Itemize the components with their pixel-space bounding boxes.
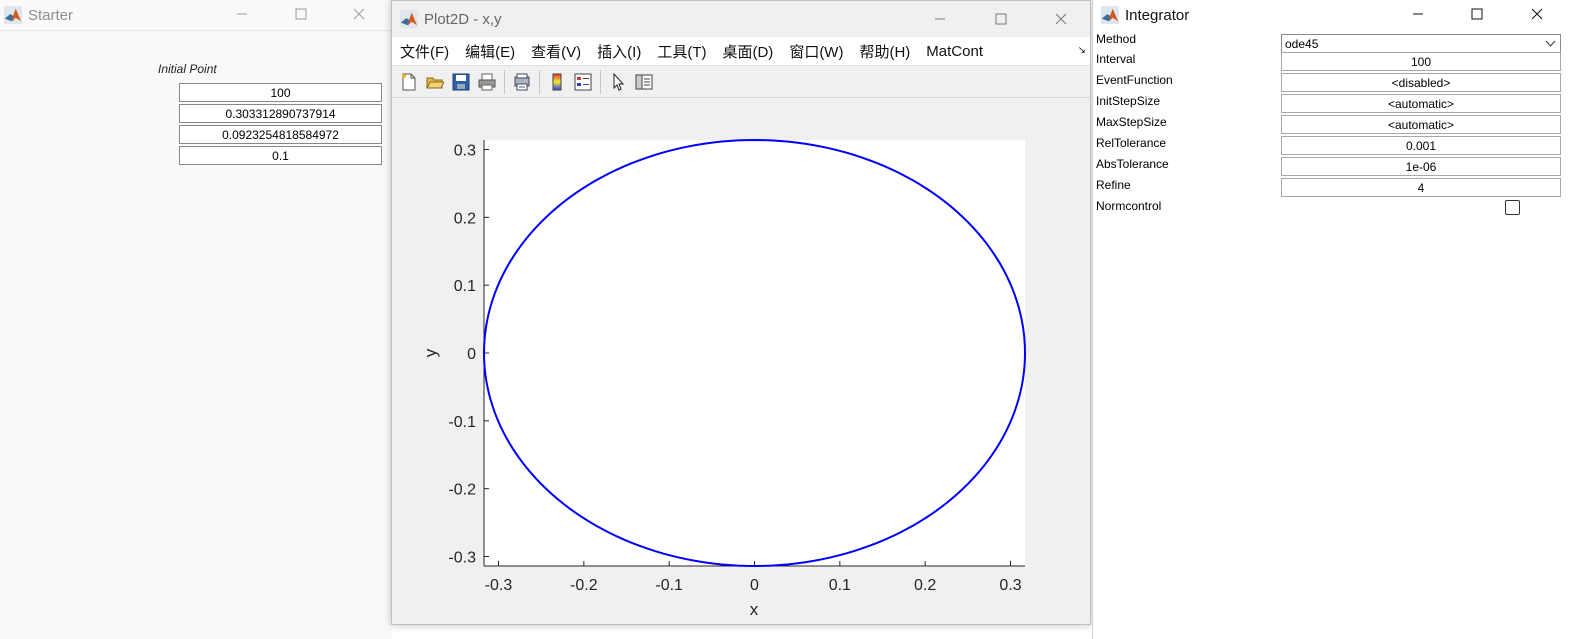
menu-insert[interactable]: 插入(I) xyxy=(589,41,649,62)
legend-icon[interactable] xyxy=(573,72,593,92)
normcontrol-label: Normcontrol xyxy=(1096,199,1162,213)
menu-view[interactable]: 查看(V) xyxy=(523,41,589,62)
toolbar-separator xyxy=(504,69,505,94)
integrator-window: Integrator Method ode45 Interval 100 Eve… xyxy=(1092,0,1570,639)
new-figure-icon[interactable] xyxy=(399,72,419,92)
menu-edit[interactable]: 编辑(E) xyxy=(457,41,523,62)
chevron-down-icon xyxy=(1545,40,1556,47)
pointer-icon[interactable] xyxy=(608,72,628,92)
method-value: ode45 xyxy=(1285,37,1319,51)
event-function-label: EventFunction xyxy=(1096,73,1173,87)
figure-toolbar xyxy=(392,65,1090,98)
close-icon xyxy=(1055,13,1067,25)
menu-bar: 文件(F) 编辑(E) 查看(V) 插入(I) 工具(T) 桌面(D) 窗口(W… xyxy=(392,37,1090,65)
normcontrol-checkbox[interactable] xyxy=(1505,200,1520,215)
x-tick-label: -0.3 xyxy=(485,577,513,594)
method-label: Method xyxy=(1096,32,1137,46)
menu-tools[interactable]: 工具(T) xyxy=(649,41,714,62)
menu-help[interactable]: 帮助(H) xyxy=(851,41,918,62)
close-button[interactable] xyxy=(1514,0,1560,28)
close-icon xyxy=(353,8,365,20)
x-tick-label: 0.3 xyxy=(999,577,1021,594)
abs-tolerance-label: AbsTolerance xyxy=(1096,157,1169,171)
maximize-button[interactable] xyxy=(278,0,324,28)
maximize-icon xyxy=(1471,8,1483,20)
y-tick-label: 0.1 xyxy=(454,278,476,295)
abs-tolerance-field[interactable]: 1e-06 xyxy=(1281,157,1561,176)
y-tick-label: 0.3 xyxy=(454,142,476,159)
initial-point-field[interactable]: 0.0923254818584972 xyxy=(179,125,382,144)
matlab-logo-icon xyxy=(400,10,418,28)
matlab-logo-icon xyxy=(1101,6,1119,24)
menu-window[interactable]: 窗口(W) xyxy=(781,41,851,62)
x-tick-label: 0.1 xyxy=(829,577,851,594)
interval-label: Interval xyxy=(1096,52,1136,66)
toolbar-separator xyxy=(600,69,601,94)
menu-matcont[interactable]: MatCont xyxy=(918,43,991,60)
maximize-icon xyxy=(995,13,1007,25)
x-tick-label: -0.1 xyxy=(655,577,683,594)
minimize-icon xyxy=(237,13,247,15)
rel-tolerance-field[interactable]: 0.001 xyxy=(1281,136,1561,155)
integrator-title: Integrator xyxy=(1125,6,1190,24)
maximize-button[interactable] xyxy=(978,5,1024,33)
close-button[interactable] xyxy=(1038,5,1084,33)
y-tick-label: -0.3 xyxy=(448,550,476,567)
max-step-size-label: MaxStepSize xyxy=(1096,115,1167,129)
y-tick-label: -0.1 xyxy=(448,414,476,431)
property-editor-icon[interactable] xyxy=(634,72,654,92)
refine-label: Refine xyxy=(1096,178,1131,192)
print-preview-icon[interactable] xyxy=(512,72,532,92)
max-step-size-field[interactable]: <automatic> xyxy=(1281,115,1561,134)
plot-area[interactable]: -0.3 -0.2 -0.1 0 0.1 0.2 0.3 0.3 0.2 0.1 0 -0.1 -0.2… xyxy=(392,99,1090,624)
menu-desktop[interactable]: 桌面(D) xyxy=(714,41,781,62)
y-tick-label: -0.2 xyxy=(448,482,476,499)
starter-title: Starter xyxy=(28,6,74,24)
maximize-icon xyxy=(295,8,307,20)
integrator-titlebar[interactable]: Integrator xyxy=(1093,0,1570,30)
starter-window: Starter Initial Point 100 0.303312890737… xyxy=(0,0,392,639)
y-tick-label: 0 xyxy=(467,346,476,363)
colorbar-icon[interactable] xyxy=(547,72,567,92)
minimize-button[interactable] xyxy=(219,0,265,28)
x-tick-label: -0.2 xyxy=(570,577,598,594)
plot2d-title: Plot2D - x,y xyxy=(424,10,502,28)
initial-point-field[interactable]: 100 xyxy=(179,83,382,102)
minimize-icon xyxy=(935,18,945,20)
x-axis-label: x xyxy=(750,600,759,619)
interval-field[interactable]: 100 xyxy=(1281,52,1561,71)
x-tick-label: 0 xyxy=(750,577,759,594)
minimize-button[interactable] xyxy=(917,5,963,33)
minimize-button[interactable] xyxy=(1395,0,1441,28)
save-icon[interactable] xyxy=(451,72,471,92)
toolbar-separator xyxy=(539,69,540,94)
refine-field[interactable]: 4 xyxy=(1281,178,1561,197)
axes-background xyxy=(484,140,1025,566)
init-step-size-label: InitStepSize xyxy=(1096,94,1161,108)
event-function-field[interactable]: <disabled> xyxy=(1281,73,1561,92)
plot2d-titlebar[interactable]: Plot2D - x,y xyxy=(392,1,1090,37)
matlab-logo-icon xyxy=(4,6,22,24)
initial-point-field[interactable]: 0.1 xyxy=(179,146,382,165)
rel-tolerance-label: RelTolerance xyxy=(1096,136,1167,150)
initial-point-field[interactable]: 0.303312890737914 xyxy=(179,104,382,123)
menu-file[interactable]: 文件(F) xyxy=(392,41,457,62)
y-axis-label: y xyxy=(421,348,440,357)
menu-overflow-icon[interactable]: ↘ xyxy=(1078,45,1086,56)
plot2d-window: Plot2D - x,y 文件(F) 编辑(E) 查看(V) 插入(I) 工具(… xyxy=(391,0,1091,625)
close-button[interactable] xyxy=(336,0,382,28)
y-tick-label: 0.2 xyxy=(454,210,476,227)
close-icon xyxy=(1531,8,1543,20)
maximize-button[interactable] xyxy=(1454,0,1500,28)
open-file-icon[interactable] xyxy=(425,72,445,92)
initial-point-label: Initial Point xyxy=(158,62,217,76)
minimize-icon xyxy=(1413,13,1423,15)
print-icon[interactable] xyxy=(477,72,497,92)
method-select[interactable]: ode45 xyxy=(1281,34,1561,53)
x-tick-label: 0.2 xyxy=(914,577,936,594)
init-step-size-field[interactable]: <automatic> xyxy=(1281,94,1561,113)
starter-titlebar[interactable]: Starter xyxy=(0,0,392,31)
